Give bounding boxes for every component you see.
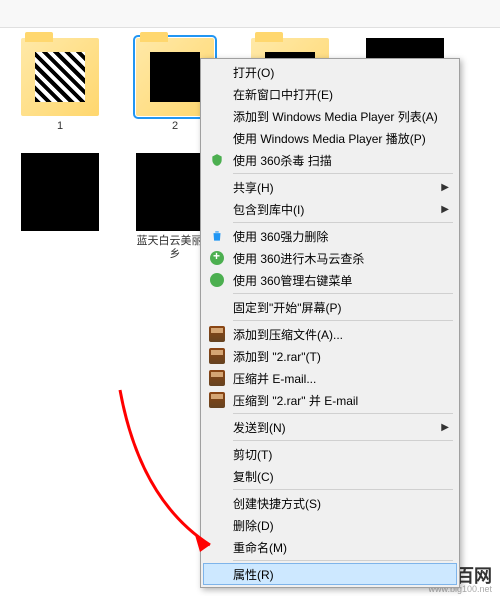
- image-thumb: [21, 153, 99, 231]
- submenu-arrow-icon: ▶: [441, 204, 449, 215]
- menu-label: 压缩到 "2.rar" 并 E-mail: [233, 392, 358, 409]
- menu-add-2rar[interactable]: 添加到 "2.rar"(T): [203, 345, 457, 367]
- menu-separator: [233, 560, 453, 561]
- toolbar: [0, 0, 500, 28]
- menu-label: 使用 360管理右键菜单: [233, 272, 352, 289]
- menu-label: 在新窗口中打开(E): [233, 86, 333, 103]
- menu-add-wmp-list[interactable]: 添加到 Windows Media Player 列表(A): [203, 105, 457, 127]
- menu-label: 发送到(N): [233, 419, 286, 436]
- menu-label: 使用 360杀毒 扫描: [233, 152, 332, 169]
- menu-label: 复制(C): [233, 468, 274, 485]
- black-preview: [150, 52, 200, 102]
- menu-compress-email[interactable]: 压缩并 E-mail...: [203, 367, 457, 389]
- menu-label: 使用 360进行木马云查杀: [233, 250, 364, 267]
- circle-icon: [209, 272, 225, 288]
- menu-separator: [233, 413, 453, 414]
- context-menu: 打开(O) 在新窗口中打开(E) 添加到 Windows Media Playe…: [200, 58, 460, 588]
- archive-icon: [209, 348, 225, 364]
- archive-icon: [209, 326, 225, 342]
- archive-icon: [209, 392, 225, 408]
- shield-icon: [209, 152, 225, 168]
- menu-share[interactable]: 共享(H) ▶: [203, 176, 457, 198]
- plus-circle-icon: [209, 250, 225, 266]
- submenu-arrow-icon: ▶: [441, 422, 449, 433]
- menu-open[interactable]: 打开(O): [203, 61, 457, 83]
- menu-label: 共享(H): [233, 179, 274, 196]
- menu-properties[interactable]: 属性(R): [203, 563, 457, 585]
- archive-icon: [209, 370, 225, 386]
- menu-label: 添加到 Windows Media Player 列表(A): [233, 108, 438, 125]
- menu-separator: [233, 489, 453, 490]
- menu-label: 使用 Windows Media Player 播放(P): [233, 130, 426, 147]
- menu-rename[interactable]: 重命名(M): [203, 536, 457, 558]
- trash-icon: [209, 228, 225, 244]
- file-item[interactable]: [20, 153, 100, 261]
- menu-label: 重命名(M): [233, 539, 287, 556]
- menu-label: 属性(R): [233, 566, 274, 583]
- menu-include-library[interactable]: 包含到库中(I) ▶: [203, 198, 457, 220]
- menu-pin-start[interactable]: 固定到"开始"屏幕(P): [203, 296, 457, 318]
- menu-create-shortcut[interactable]: 创建快捷方式(S): [203, 492, 457, 514]
- menu-label: 包含到库中(I): [233, 201, 304, 218]
- file-label: 2: [172, 120, 178, 133]
- menu-add-archive[interactable]: 添加到压缩文件(A)...: [203, 323, 457, 345]
- folder-thumb: [21, 38, 99, 116]
- file-item[interactable]: 1: [20, 38, 100, 133]
- menu-separator: [233, 293, 453, 294]
- menu-separator: [233, 222, 453, 223]
- menu-open-new-window[interactable]: 在新窗口中打开(E): [203, 83, 457, 105]
- menu-label: 固定到"开始"屏幕(P): [233, 299, 342, 316]
- menu-label: 创建快捷方式(S): [233, 495, 321, 512]
- qr-preview: [35, 52, 85, 102]
- menu-label: 使用 360强力删除: [233, 228, 328, 245]
- menu-scan-360[interactable]: 使用 360杀毒 扫描: [203, 149, 457, 171]
- menu-separator: [233, 320, 453, 321]
- file-label: 1: [57, 120, 63, 133]
- menu-label: 删除(D): [233, 517, 274, 534]
- menu-send-to[interactable]: 发送到(N) ▶: [203, 416, 457, 438]
- menu-delete[interactable]: 删除(D): [203, 514, 457, 536]
- menu-separator: [233, 440, 453, 441]
- menu-label: 压缩并 E-mail...: [233, 370, 316, 387]
- menu-label: 剪切(T): [233, 446, 272, 463]
- menu-trojan-360[interactable]: 使用 360进行木马云查杀: [203, 247, 457, 269]
- menu-play-wmp[interactable]: 使用 Windows Media Player 播放(P): [203, 127, 457, 149]
- menu-compress-2rar-email[interactable]: 压缩到 "2.rar" 并 E-mail: [203, 389, 457, 411]
- menu-separator: [233, 173, 453, 174]
- menu-manage-menu-360[interactable]: 使用 360管理右键菜单: [203, 269, 457, 291]
- menu-copy[interactable]: 复制(C): [203, 465, 457, 487]
- menu-label: 添加到 "2.rar"(T): [233, 348, 321, 365]
- menu-label: 添加到压缩文件(A)...: [233, 326, 343, 343]
- menu-cut[interactable]: 剪切(T): [203, 443, 457, 465]
- menu-force-delete-360[interactable]: 使用 360强力删除: [203, 225, 457, 247]
- menu-label: 打开(O): [233, 64, 274, 81]
- submenu-arrow-icon: ▶: [441, 182, 449, 193]
